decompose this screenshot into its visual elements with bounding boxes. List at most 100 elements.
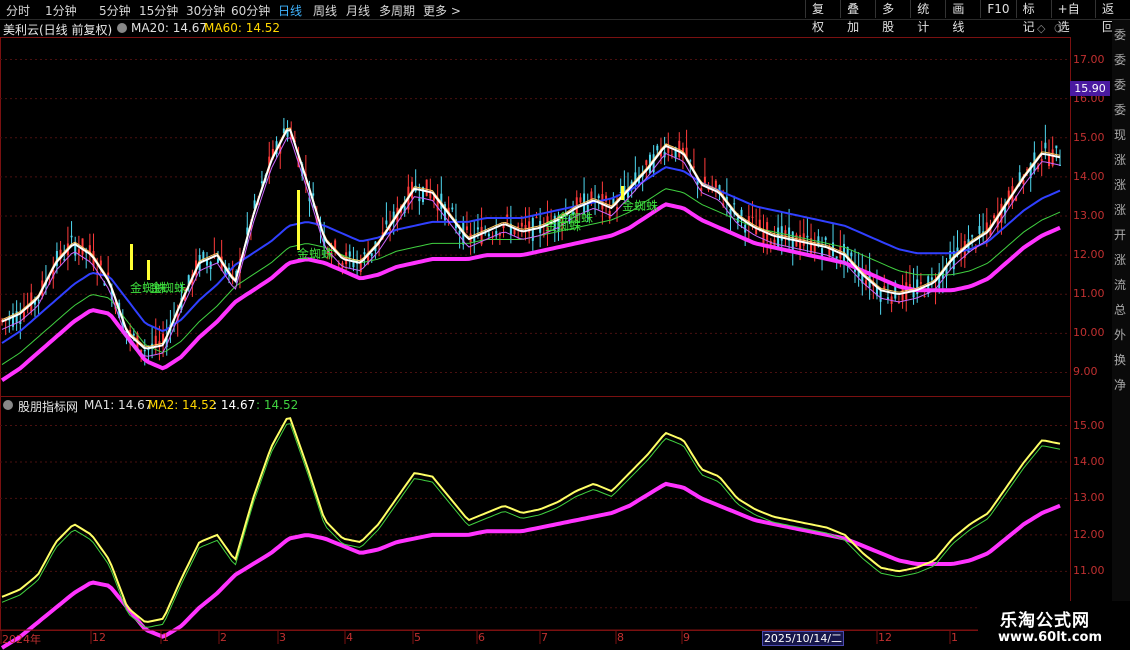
candle-body xyxy=(806,235,809,238)
candle-body xyxy=(930,277,933,280)
candle-body xyxy=(520,222,523,227)
time-tick-label: 2 xyxy=(220,631,227,644)
candle-body xyxy=(714,180,717,188)
candle-body xyxy=(908,284,911,287)
candle-body xyxy=(385,220,388,225)
candle-body xyxy=(425,179,428,197)
indicator-tick-label: 12.00 xyxy=(1073,527,1105,541)
candle-body xyxy=(458,230,461,235)
golden-spider-annotation: 金蜘蛛 xyxy=(622,198,658,213)
time-tick-label: 6 xyxy=(478,631,485,644)
signal-bar xyxy=(621,186,624,200)
candle-body xyxy=(312,193,315,196)
signal-bar xyxy=(130,244,133,270)
candle-body xyxy=(740,209,743,217)
ma20-line xyxy=(1,128,1061,350)
golden-spider-annotation: 金蜘蛛 xyxy=(297,246,333,261)
candle-body xyxy=(535,217,538,219)
time-tick-label: 4 xyxy=(346,631,353,644)
current-price-tag: 15.90 xyxy=(1070,81,1110,96)
candle-body xyxy=(850,252,853,257)
kline-chart[interactable]: 金蜘蛛金蜘蛛金蜘蛛金蜘蛛金蜘蛛金蜘蛛 xyxy=(0,0,1130,650)
sidebar-label: 涨 xyxy=(1114,178,1127,192)
sidebar-label: 外 xyxy=(1114,328,1127,342)
candle-body xyxy=(993,215,996,219)
sidebar-label: 总 xyxy=(1114,303,1127,317)
indicator-tick-label: 15.00 xyxy=(1073,418,1105,432)
candle-body xyxy=(802,233,805,246)
sidebar-label: 委 xyxy=(1114,28,1127,42)
time-tick-label: 8 xyxy=(617,631,624,644)
sidebar-label: 委 xyxy=(1114,103,1127,117)
candle-body xyxy=(348,251,351,257)
candle-body xyxy=(978,226,981,234)
candle-body xyxy=(1040,159,1043,162)
candle-body xyxy=(645,160,648,165)
sidebar-label: 委 xyxy=(1114,53,1127,67)
time-tick-label: 7 xyxy=(541,631,548,644)
sub-green-line xyxy=(1,423,1061,628)
time-tick-label: 1 xyxy=(162,631,169,644)
sub-magenta-line xyxy=(0,481,1061,650)
price-tick-label: 14.00 xyxy=(1073,169,1105,183)
indicator-tick-label: 13.00 xyxy=(1073,491,1105,505)
golden-spider-annotation: 金蜘蛛 xyxy=(150,280,186,295)
candle-body xyxy=(132,333,135,336)
candle-body xyxy=(476,227,479,230)
candle-body xyxy=(70,235,73,238)
candle-body xyxy=(451,207,454,210)
candle-body xyxy=(670,154,673,156)
candle-body xyxy=(751,216,754,218)
candle-body xyxy=(1048,155,1051,167)
candle-body xyxy=(506,214,509,218)
price-tick-label: 13.00 xyxy=(1073,209,1105,222)
time-tick-label: 12 xyxy=(878,631,892,644)
candle-body xyxy=(1044,142,1047,149)
candle-body xyxy=(923,295,926,297)
candle-body xyxy=(465,226,468,231)
price-tick-label: 10.00 xyxy=(1073,326,1105,340)
candle-body xyxy=(370,253,373,256)
indicator-tick-label: 14.00 xyxy=(1073,454,1105,468)
time-tick-label: 3 xyxy=(279,631,286,644)
sidebar-label: 涨 xyxy=(1114,153,1127,167)
candle-body xyxy=(919,282,922,284)
watermark-title: 乐淘公式网 xyxy=(1000,611,1090,631)
signal-bar xyxy=(147,260,150,280)
sidebar-label: 现 xyxy=(1114,128,1127,142)
sidebar-label: 流 xyxy=(1114,278,1127,292)
candle-body xyxy=(597,195,600,199)
candle-body xyxy=(971,235,974,237)
candle-body xyxy=(363,252,366,255)
cursor-date: 2025/10/14/二 xyxy=(762,631,844,646)
candle-body xyxy=(824,237,827,240)
price-tick-label: 12.00 xyxy=(1073,248,1105,262)
candle-body xyxy=(77,249,80,254)
sidebar-label: 开 xyxy=(1114,228,1127,242)
candle-body xyxy=(352,262,355,268)
candle-body xyxy=(389,228,392,231)
candle-body xyxy=(418,198,421,202)
sidebar-label: 涨 xyxy=(1114,253,1127,267)
candle-body xyxy=(579,197,582,203)
time-tick-label: 2024年 xyxy=(2,633,41,646)
time-tick-label: 9 xyxy=(683,631,690,644)
sidebar-label: 委 xyxy=(1114,78,1127,92)
indicator-tick-label: 11.00 xyxy=(1073,564,1105,578)
candle-body xyxy=(692,166,695,168)
sidebar-label: 换 xyxy=(1114,353,1127,367)
sub-yellow-line xyxy=(1,417,1061,623)
candle-body xyxy=(99,260,102,266)
purple-ma-line xyxy=(1,137,1061,357)
price-tick-label: 9.00 xyxy=(1073,365,1098,379)
time-tick-label: 1 xyxy=(951,631,958,644)
price-tick-label: 11.00 xyxy=(1073,287,1105,301)
watermark-url: www.60lt.com xyxy=(998,630,1103,645)
price-tick-label: 17.00 xyxy=(1073,52,1105,66)
time-tick-label: 5 xyxy=(414,631,421,644)
signal-bar xyxy=(297,190,300,250)
candle-body xyxy=(37,300,40,302)
time-tick-label: 12 xyxy=(92,631,106,644)
candle-body xyxy=(656,145,659,151)
candle-body xyxy=(143,349,146,352)
